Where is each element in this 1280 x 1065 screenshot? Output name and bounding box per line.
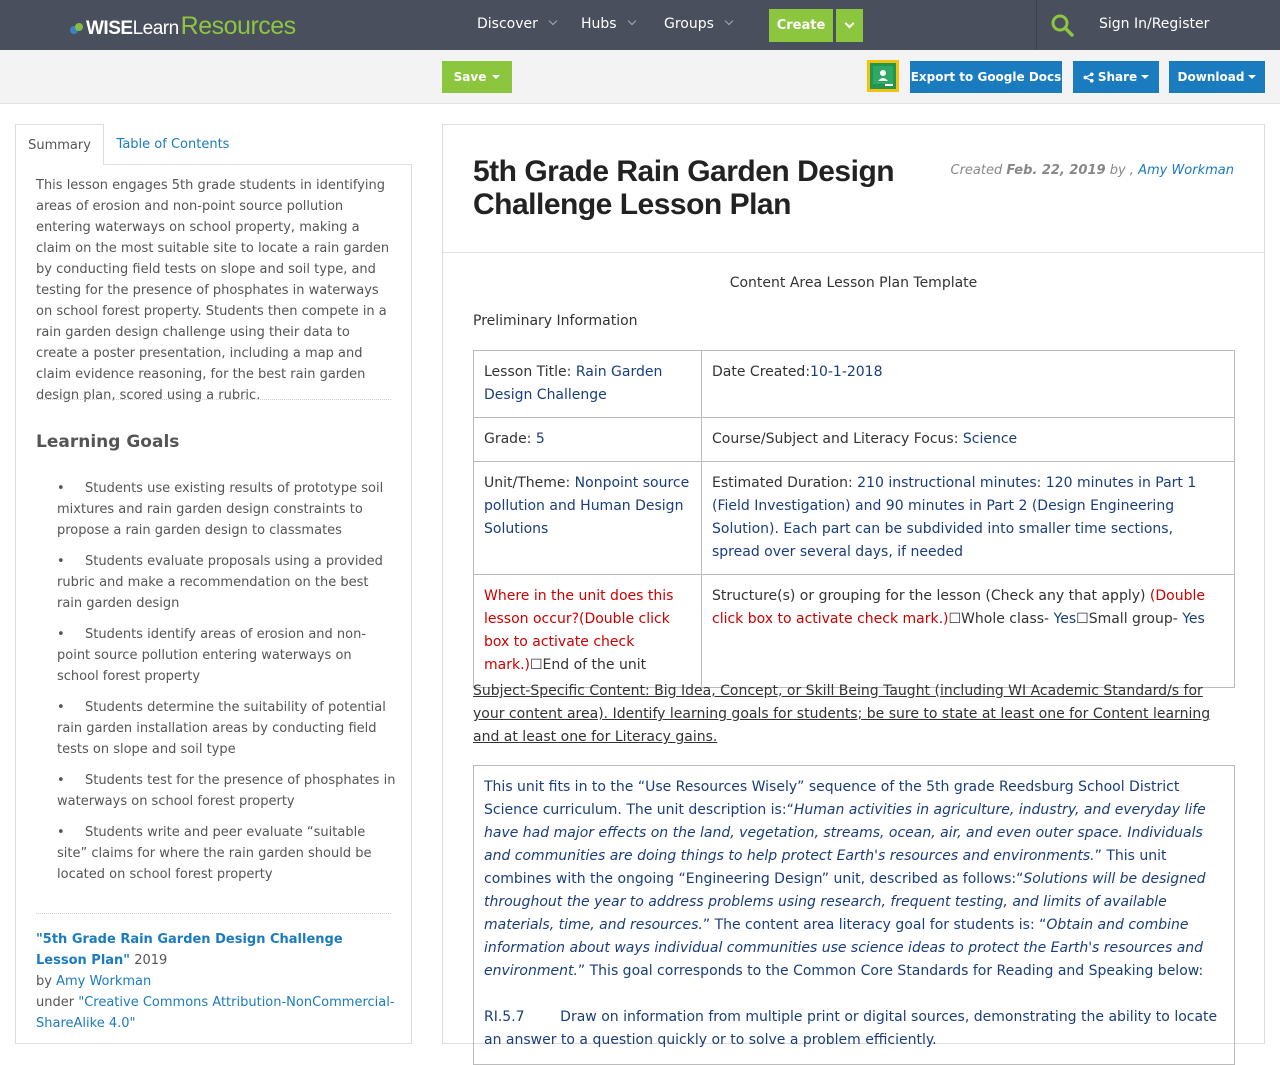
sign-in-register-link[interactable]: Sign In/Register xyxy=(1099,16,1209,32)
download-button[interactable]: Download xyxy=(1169,61,1265,93)
nav-groups-label: Groups xyxy=(664,16,714,32)
end-of-unit-checkbox[interactable]: ☐End of the unit xyxy=(530,657,646,673)
citation-under: under xyxy=(36,995,79,1010)
preliminary-info-table: Lesson Title: Rain Garden Design Challen… xyxy=(473,350,1235,688)
chevron-down-icon xyxy=(724,16,734,26)
author-link[interactable]: Amy Workman xyxy=(1138,163,1234,178)
chevron-down-icon xyxy=(844,18,855,29)
download-label: Download xyxy=(1177,70,1245,84)
table-cell: Estimated Duration: 210 instructional mi… xyxy=(701,461,1235,575)
create-dropdown-button[interactable] xyxy=(836,9,863,42)
top-nav: WISE Learn Resources Discover Hubs Groups … xyxy=(0,0,1280,50)
template-title: Content Area Lesson Plan Template xyxy=(729,275,978,291)
site-logo[interactable]: WISE Learn Resources xyxy=(70,12,296,41)
grade-label: Grade: xyxy=(484,431,536,447)
list-item: Students test for the presence of phosph… xyxy=(57,770,397,812)
learning-goals-list: Students use existing results of prototy… xyxy=(57,478,397,895)
list-item: Students use existing results of prototy… xyxy=(57,478,397,541)
save-button[interactable]: Save xyxy=(442,61,512,93)
save-label: Save xyxy=(453,70,487,84)
divider xyxy=(443,252,1264,253)
table-row: Unit/Theme: Nonpoint source pollution an… xyxy=(473,461,1235,575)
table-cell: Unit/Theme: Nonpoint source pollution an… xyxy=(473,461,702,575)
create-button[interactable]: Create xyxy=(769,9,833,42)
logo-wise: WISE xyxy=(86,18,133,39)
grade-value: 5 xyxy=(535,431,545,447)
date-created-value: 10-1-2018 xyxy=(810,364,883,380)
table-cell: Course/Subject and Literacy Focus: Scien… xyxy=(701,417,1235,462)
attribution: "5th Grade Rain Garden Design Challenge … xyxy=(36,929,396,1034)
table-cell: Where in the unit does this lesson occur… xyxy=(473,574,702,688)
table-cell: Structure(s) or grouping for the lesson … xyxy=(701,574,1235,688)
logo-learn: Learn xyxy=(132,18,180,39)
chevron-down-icon xyxy=(548,16,558,26)
subject-specific-content: Subject-Specific Content: Big Idea, Conc… xyxy=(473,683,1211,745)
list-item: Students determine the suitability of po… xyxy=(57,697,397,760)
author-link[interactable]: Amy Workman xyxy=(56,974,151,989)
citation-by: by xyxy=(36,974,57,989)
nav-groups[interactable]: Groups xyxy=(664,16,734,32)
table-cell: Lesson Title: Rain Garden Design Challen… xyxy=(473,350,702,418)
nav-discover-label: Discover xyxy=(477,16,538,32)
caret-down-icon xyxy=(1248,75,1257,79)
unit-description-box: This unit fits in to the “Use Resources … xyxy=(473,765,1235,1065)
divider xyxy=(36,399,391,400)
standard-ri-5-7: RI.5.7 Draw on information from multiple… xyxy=(484,1009,1222,1048)
preliminary-heading: Preliminary Information xyxy=(473,313,638,329)
lesson-title-label: Lesson Title: xyxy=(484,364,576,380)
course-value: Science xyxy=(962,431,1018,447)
unit-theme-label: Unit/Theme: xyxy=(484,475,575,491)
unit-text-3: ” The content area literacy goal for stu… xyxy=(702,917,1047,933)
course-label: Course/Subject and Literacy Focus: xyxy=(712,431,963,447)
logo-mark-icon xyxy=(70,23,83,34)
created-by: by , xyxy=(1105,163,1139,178)
export-to-google-docs-button[interactable]: Export to Google Docs xyxy=(910,61,1062,93)
nav-discover[interactable]: Discover xyxy=(477,16,558,32)
table-row: Grade: 5 Course/Subject and Literacy Foc… xyxy=(473,417,1235,462)
caret-down-icon xyxy=(492,75,501,79)
list-item: Students identify areas of erosion and n… xyxy=(57,624,397,687)
table-cell: Date Created:10-1-2018 xyxy=(701,350,1235,418)
table-row: Where in the unit does this lesson occur… xyxy=(473,574,1235,688)
structure-label: Structure(s) or grouping for the lesson … xyxy=(712,588,1150,604)
resource-title-link[interactable]: "5th Grade Rain Garden Design Challenge … xyxy=(36,932,343,968)
logo-resources: Resources xyxy=(180,12,297,40)
learning-goals-heading: Learning Goals xyxy=(36,432,180,452)
created-label: Created xyxy=(950,163,1007,178)
divider xyxy=(36,913,391,914)
list-item: Students write and peer evaluate “suitab… xyxy=(57,822,397,885)
citation-year: 2019 xyxy=(130,953,168,968)
small-group-value: Yes xyxy=(1182,611,1205,627)
nav-hubs-label: Hubs xyxy=(581,16,617,32)
search-icon[interactable] xyxy=(1050,13,1074,37)
created-date: Feb. 22, 2019 xyxy=(1006,163,1106,178)
nav-hubs[interactable]: Hubs xyxy=(581,16,636,32)
summary-text: This lesson engages 5th grade students i… xyxy=(36,178,390,403)
whole-class-checkbox[interactable]: ☐Whole class- xyxy=(949,611,1054,627)
license-link[interactable]: "Creative Commons Attribution-NonCommerc… xyxy=(36,995,395,1031)
nav-divider xyxy=(1036,0,1037,50)
google-classroom-icon xyxy=(870,63,896,89)
duration-label: Estimated Duration: xyxy=(712,475,858,491)
list-item: Students evaluate proposals using a prov… xyxy=(57,551,397,614)
date-created-label: Date Created: xyxy=(712,364,811,380)
share-icon xyxy=(1083,71,1094,83)
table-row: Lesson Title: Rain Garden Design Challen… xyxy=(473,350,1235,418)
google-classroom-button[interactable] xyxy=(867,60,899,92)
unit-text-4: ” This goal corresponds to the Common Co… xyxy=(577,963,1204,979)
share-label: Share xyxy=(1097,70,1138,84)
caret-down-icon xyxy=(1141,75,1150,79)
page-title: 5th Grade Rain Garden Design Challenge L… xyxy=(473,155,895,221)
summary-panel: This lesson engages 5th grade students i… xyxy=(15,164,412,1044)
share-button[interactable]: Share xyxy=(1073,61,1159,93)
chevron-down-icon xyxy=(627,16,636,26)
resource-document: 5th Grade Rain Garden Design Challenge L… xyxy=(442,124,1265,1065)
tab-table-of-contents[interactable]: Table of Contents xyxy=(107,124,239,164)
small-group-checkbox[interactable]: ☐Small group- xyxy=(1076,611,1182,627)
created-info: Created Feb. 22, 2019 by , Amy Workman xyxy=(951,163,1235,178)
whole-class-value: Yes xyxy=(1053,611,1077,627)
table-cell: Grade: 5 xyxy=(473,417,702,462)
tab-summary[interactable]: Summary xyxy=(15,124,104,165)
